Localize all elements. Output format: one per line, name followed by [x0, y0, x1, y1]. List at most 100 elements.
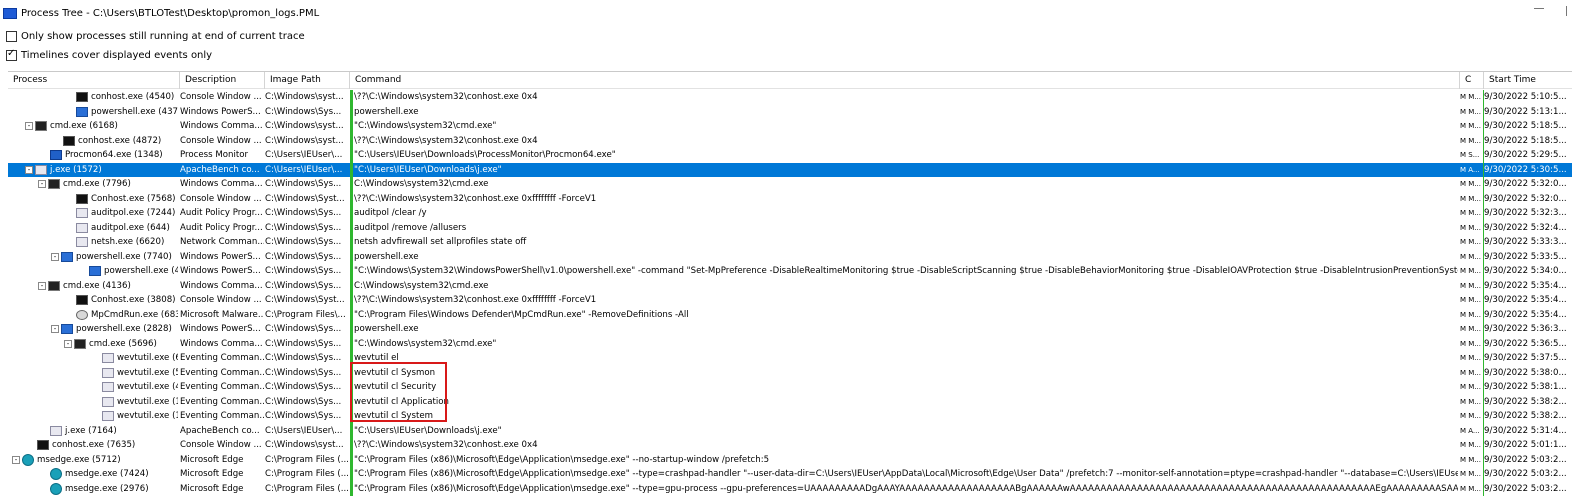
only-running-checkbox[interactable]	[6, 31, 17, 42]
table-row[interactable]: - cmd.exe (7796) Windows Comma... C:\Window…	[8, 177, 1572, 192]
command-cell: \??\C:\Windows\system32\conhost.exe 0x4	[354, 440, 538, 450]
process-cell: Conhost.exe (3808)	[8, 293, 178, 308]
table-row[interactable]: conhost.exe (4872) Console Window ... C:\W…	[8, 133, 1572, 148]
process-cell: MpCmdRun.exe (6832)	[8, 308, 178, 323]
company-cell: M M...	[1460, 383, 1481, 391]
image-path-cell: C:\Program Files (...	[265, 483, 349, 494]
description-cell: Console Window ...	[180, 193, 262, 204]
process-name: msedge.exe (2976)	[65, 483, 149, 494]
table-row[interactable]: wevtutil.exe (1432Eventing Comman...C:\W…	[8, 394, 1572, 409]
start-time-cell: 9/30/2022 5:13:1...	[1484, 106, 1567, 117]
process-cell: - msedge.exe (5712)	[8, 453, 178, 468]
timelines-checkbox[interactable]	[6, 48, 17, 61]
collapse-toggle-icon[interactable]: -	[38, 281, 46, 290]
table-row[interactable]: netsh.exe (6620) Network Comman... C:\Wind…	[8, 235, 1572, 250]
collapse-toggle-icon[interactable]: -	[64, 339, 72, 348]
column-header-start-time[interactable]: Start Time	[1484, 72, 1572, 89]
table-row[interactable]: - cmd.exe (5696) Windows Comma... C:\Window…	[8, 336, 1572, 352]
process-cell: - cmd.exe (5696)	[8, 337, 178, 352]
process-name: wevtutil.exe (1248	[117, 411, 178, 421]
table-row[interactable]: wevtutil.exe (6400Eventing Comman...C:\W…	[8, 351, 1572, 366]
description-cell: Console Window ...	[180, 92, 262, 102]
table-row[interactable]: powershell.exe (4292)Windows PowerS... C:…	[8, 264, 1572, 279]
collapse-toggle-icon[interactable]: -	[25, 122, 33, 131]
table-row[interactable]: auditpol.exe (7244) Audit Policy Progr...…	[8, 206, 1572, 221]
table-row[interactable]: - powershell.exe (7740) Windows PowerS... C…	[8, 249, 1572, 264]
only-running-option[interactable]: Only show processes still running at end…	[6, 31, 305, 42]
description-cell: Process Monitor	[180, 150, 248, 160]
company-cell: M M...	[1460, 296, 1481, 304]
company-cell: M M...	[1460, 339, 1481, 348]
start-time-cell: 9/30/2022 5:38:2...	[1484, 396, 1567, 407]
timelines-option[interactable]: Timelines cover displayed events only	[6, 48, 212, 61]
table-row[interactable]: Conhost.exe (3808) Console Window ... C:\W…	[8, 293, 1572, 308]
image-path-cell: C:\Windows\syst...	[265, 121, 344, 131]
ps-icon	[89, 266, 101, 277]
console-icon	[37, 440, 49, 451]
collapse-toggle-icon[interactable]: -	[12, 455, 20, 464]
process-cell: netsh.exe (6620)	[8, 235, 178, 250]
table-row[interactable]: wevtutil.exe (5236Eventing Comman...C:\W…	[8, 365, 1572, 381]
command-cell: wevtutil cl Application	[354, 396, 449, 407]
column-header-command[interactable]: Command	[350, 72, 1460, 89]
table-row[interactable]: j.exe (7164) ApacheBench co... C:\Users\IE…	[8, 423, 1572, 438]
maximize-button[interactable]	[1566, 6, 1572, 16]
command-cell: "C:\Windows\System32\WindowsPowerShell\v…	[354, 266, 1458, 276]
collapse-toggle-icon[interactable]: -	[38, 180, 46, 189]
column-header-image-path[interactable]: Image Path	[265, 72, 350, 89]
console-icon	[63, 135, 75, 146]
table-row[interactable]: Conhost.exe (7568) Console Window ... C:\W…	[8, 191, 1572, 206]
collapse-toggle-icon[interactable]: -	[51, 325, 59, 334]
table-row[interactable]: Procmon64.exe (1348) Process Monitor C:\Us…	[8, 148, 1572, 163]
process-cell: - cmd.exe (4136)	[8, 279, 178, 294]
start-time-cell: 9/30/2022 5:38:0...	[1484, 367, 1567, 378]
description-cell: Windows Comma...	[180, 338, 263, 349]
command-cell: \??\C:\Windows\system32\conhost.exe 0x4	[354, 135, 538, 146]
table-row[interactable]: wevtutil.exe (4712Eventing Comman...C:\W…	[8, 380, 1572, 395]
process-name: MpCmdRun.exe (6832)	[91, 309, 178, 320]
table-row[interactable]: msedge.exe (2976) Microsoft Edge C:\Progra…	[8, 481, 1572, 496]
column-header-description[interactable]: Description	[180, 72, 265, 89]
command-cell: wevtutil cl System	[354, 411, 433, 421]
company-cell: M M...	[1460, 107, 1481, 116]
process-name: Conhost.exe (7568)	[91, 193, 176, 204]
table-row[interactable]: - cmd.exe (4136) Windows Comma... C:\Window…	[8, 278, 1572, 294]
table-row[interactable]: MpCmdRun.exe (6832)Microsoft Malware...C…	[8, 307, 1572, 323]
window-title: Process Tree - C:\Users\BTLOTest\Desktop…	[21, 7, 320, 19]
process-tree-grid[interactable]: Process Description Image Path Command C…	[8, 71, 1572, 501]
table-row[interactable]: wevtutil.exe (1248Eventing Comman...C:\W…	[8, 409, 1572, 424]
table-row[interactable]: conhost.exe (4540) Console Window ... C:\W…	[8, 90, 1572, 105]
table-row[interactable]: powershell.exe (4372) Windows PowerS... C:…	[8, 104, 1572, 119]
command-cell: netsh advfirewall set allprofiles state …	[354, 237, 527, 247]
description-cell: Audit Policy Progr...	[180, 222, 263, 233]
edge-icon	[22, 453, 34, 466]
table-row[interactable]: - j.exe (1572) ApacheBench co... C:\Users\I…	[8, 162, 1572, 177]
command-cell: auditpol /remove /allusers	[354, 222, 467, 233]
company-cell: M M...	[1460, 180, 1481, 188]
process-cell: - cmd.exe (6168)	[8, 119, 178, 134]
process-name: conhost.exe (7635)	[52, 440, 136, 450]
image-path-cell: C:\Windows\Sys...	[265, 324, 342, 334]
process-cell: - cmd.exe (7796)	[8, 177, 178, 192]
table-row[interactable]: - powershell.exe (2828) Windows PowerS... C…	[8, 322, 1572, 337]
table-row[interactable]: msedge.exe (7424) Microsoft Edge C:\Progra…	[8, 467, 1572, 482]
command-cell: "C:\Program Files (x86)\Microsoft\Edge\A…	[354, 454, 770, 465]
process-cell: wevtutil.exe (5236	[8, 366, 178, 381]
process-name: wevtutil.exe (6400	[117, 353, 178, 363]
image-path-cell: C:\Program Files (...	[265, 469, 349, 479]
process-name: cmd.exe (5696)	[89, 338, 157, 349]
image-path-cell: C:\Windows\Sys...	[265, 179, 342, 189]
start-time-cell: 9/30/2022 5:18:5...	[1484, 121, 1567, 131]
table-row[interactable]: auditpol.exe (644) Audit Policy Progr... C…	[8, 220, 1572, 235]
table-row[interactable]: conhost.exe (7635) Console Window ... C:\W…	[8, 438, 1572, 453]
minimize-button[interactable]	[1534, 8, 1544, 9]
collapse-toggle-icon[interactable]: -	[25, 165, 33, 174]
command-cell: "C:\Program Files (x86)\Microsoft\Edge\A…	[354, 469, 1458, 479]
column-header-c[interactable]: C	[1460, 72, 1484, 89]
process-cell: - powershell.exe (2828)	[8, 322, 178, 337]
column-header-process[interactable]: Process	[8, 72, 180, 89]
process-rows: conhost.exe (4540) Console Window ... C:\W…	[8, 90, 1572, 496]
table-row[interactable]: - msedge.exe (5712) Microsoft Edge C:\Progr…	[8, 452, 1572, 468]
table-row[interactable]: - cmd.exe (6168) Windows Comma... C:\Window…	[8, 119, 1572, 134]
collapse-toggle-icon[interactable]: -	[51, 252, 59, 261]
